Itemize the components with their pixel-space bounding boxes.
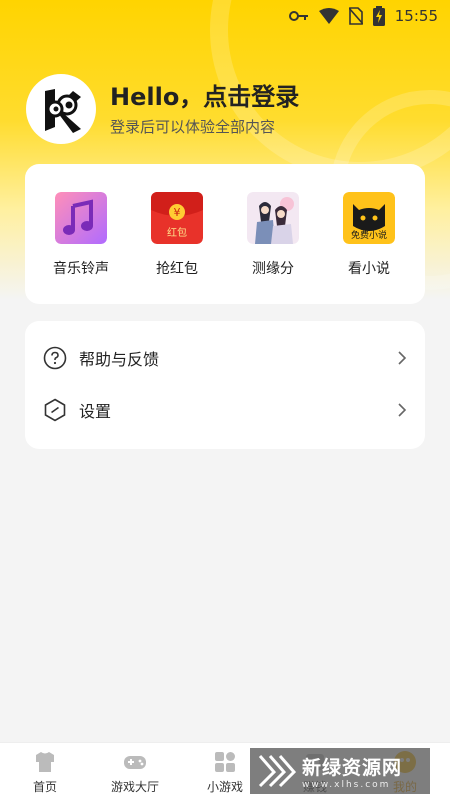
avatar[interactable]	[26, 74, 96, 144]
menu-item-settings[interactable]: 设置	[43, 385, 407, 435]
home-shirt-icon	[36, 751, 54, 772]
quick-item-label: 看小说	[348, 261, 390, 277]
wifi-icon	[318, 8, 339, 24]
watermark: 新绿资源网 www.xlhs.com	[250, 748, 430, 794]
watermark-text: 新绿资源网	[302, 756, 403, 779]
settings-menu-card: 帮助与反馈 设置	[25, 321, 425, 449]
menu-item-label: 设置	[79, 402, 112, 421]
settings-icon	[44, 398, 66, 422]
quick-item-music-ringtone[interactable]: 音乐铃声	[41, 192, 121, 304]
envelope-symbol: ¥	[174, 206, 181, 219]
menu-item-help-feedback[interactable]: 帮助与反馈	[43, 333, 407, 383]
help-icon	[43, 346, 67, 370]
novel-icon-text: 免费小说	[351, 229, 387, 241]
tab-label: 首页	[32, 779, 57, 794]
quick-item-red-envelope[interactable]: ¥ 红包 抢红包	[137, 192, 217, 304]
status-bar: 15:55	[0, 0, 450, 32]
quick-actions-card: 音乐铃声 ¥ 红包 抢红包 测缘分 免费小说 看小说	[25, 164, 425, 304]
tab-label: 小游戏	[206, 779, 243, 794]
music-note-icon	[55, 192, 107, 244]
grid-icon	[215, 751, 235, 772]
envelope-label: 红包	[167, 226, 187, 239]
login-profile[interactable]: Hello，点击登录 登录后可以体验全部内容	[26, 74, 299, 144]
gamepad-icon	[124, 755, 146, 769]
couple-illustration-icon	[247, 192, 299, 244]
quick-item-read-novel[interactable]: 免费小说 看小说	[329, 192, 409, 304]
status-time: 15:55	[394, 7, 438, 25]
chevron-right-icon	[398, 351, 407, 365]
no-sim-icon	[348, 7, 363, 25]
battery-charging-icon	[372, 6, 385, 26]
tab-home[interactable]: 首页	[0, 743, 90, 800]
cat-novel-icon: 免费小说	[343, 192, 395, 244]
watermark-logo-icon	[258, 755, 296, 788]
red-envelope-icon: ¥ 红包	[151, 192, 203, 244]
app-logo-icon	[45, 89, 81, 133]
quick-item-label: 音乐铃声	[53, 261, 109, 277]
quick-item-label: 测缘分	[252, 261, 294, 277]
login-title[interactable]: Hello，点击登录	[110, 82, 299, 112]
watermark-url: www.xlhs.com	[302, 779, 391, 790]
key-icon	[288, 11, 308, 21]
login-subtitle: 登录后可以体验全部内容	[110, 117, 276, 136]
quick-item-label: 抢红包	[156, 261, 198, 277]
menu-item-label: 帮助与反馈	[79, 350, 160, 369]
quick-item-fate-test[interactable]: 测缘分	[233, 192, 313, 304]
tab-game-hall[interactable]: 游戏大厅	[90, 743, 180, 800]
tab-label: 游戏大厅	[110, 779, 159, 794]
chevron-right-icon	[398, 403, 407, 417]
